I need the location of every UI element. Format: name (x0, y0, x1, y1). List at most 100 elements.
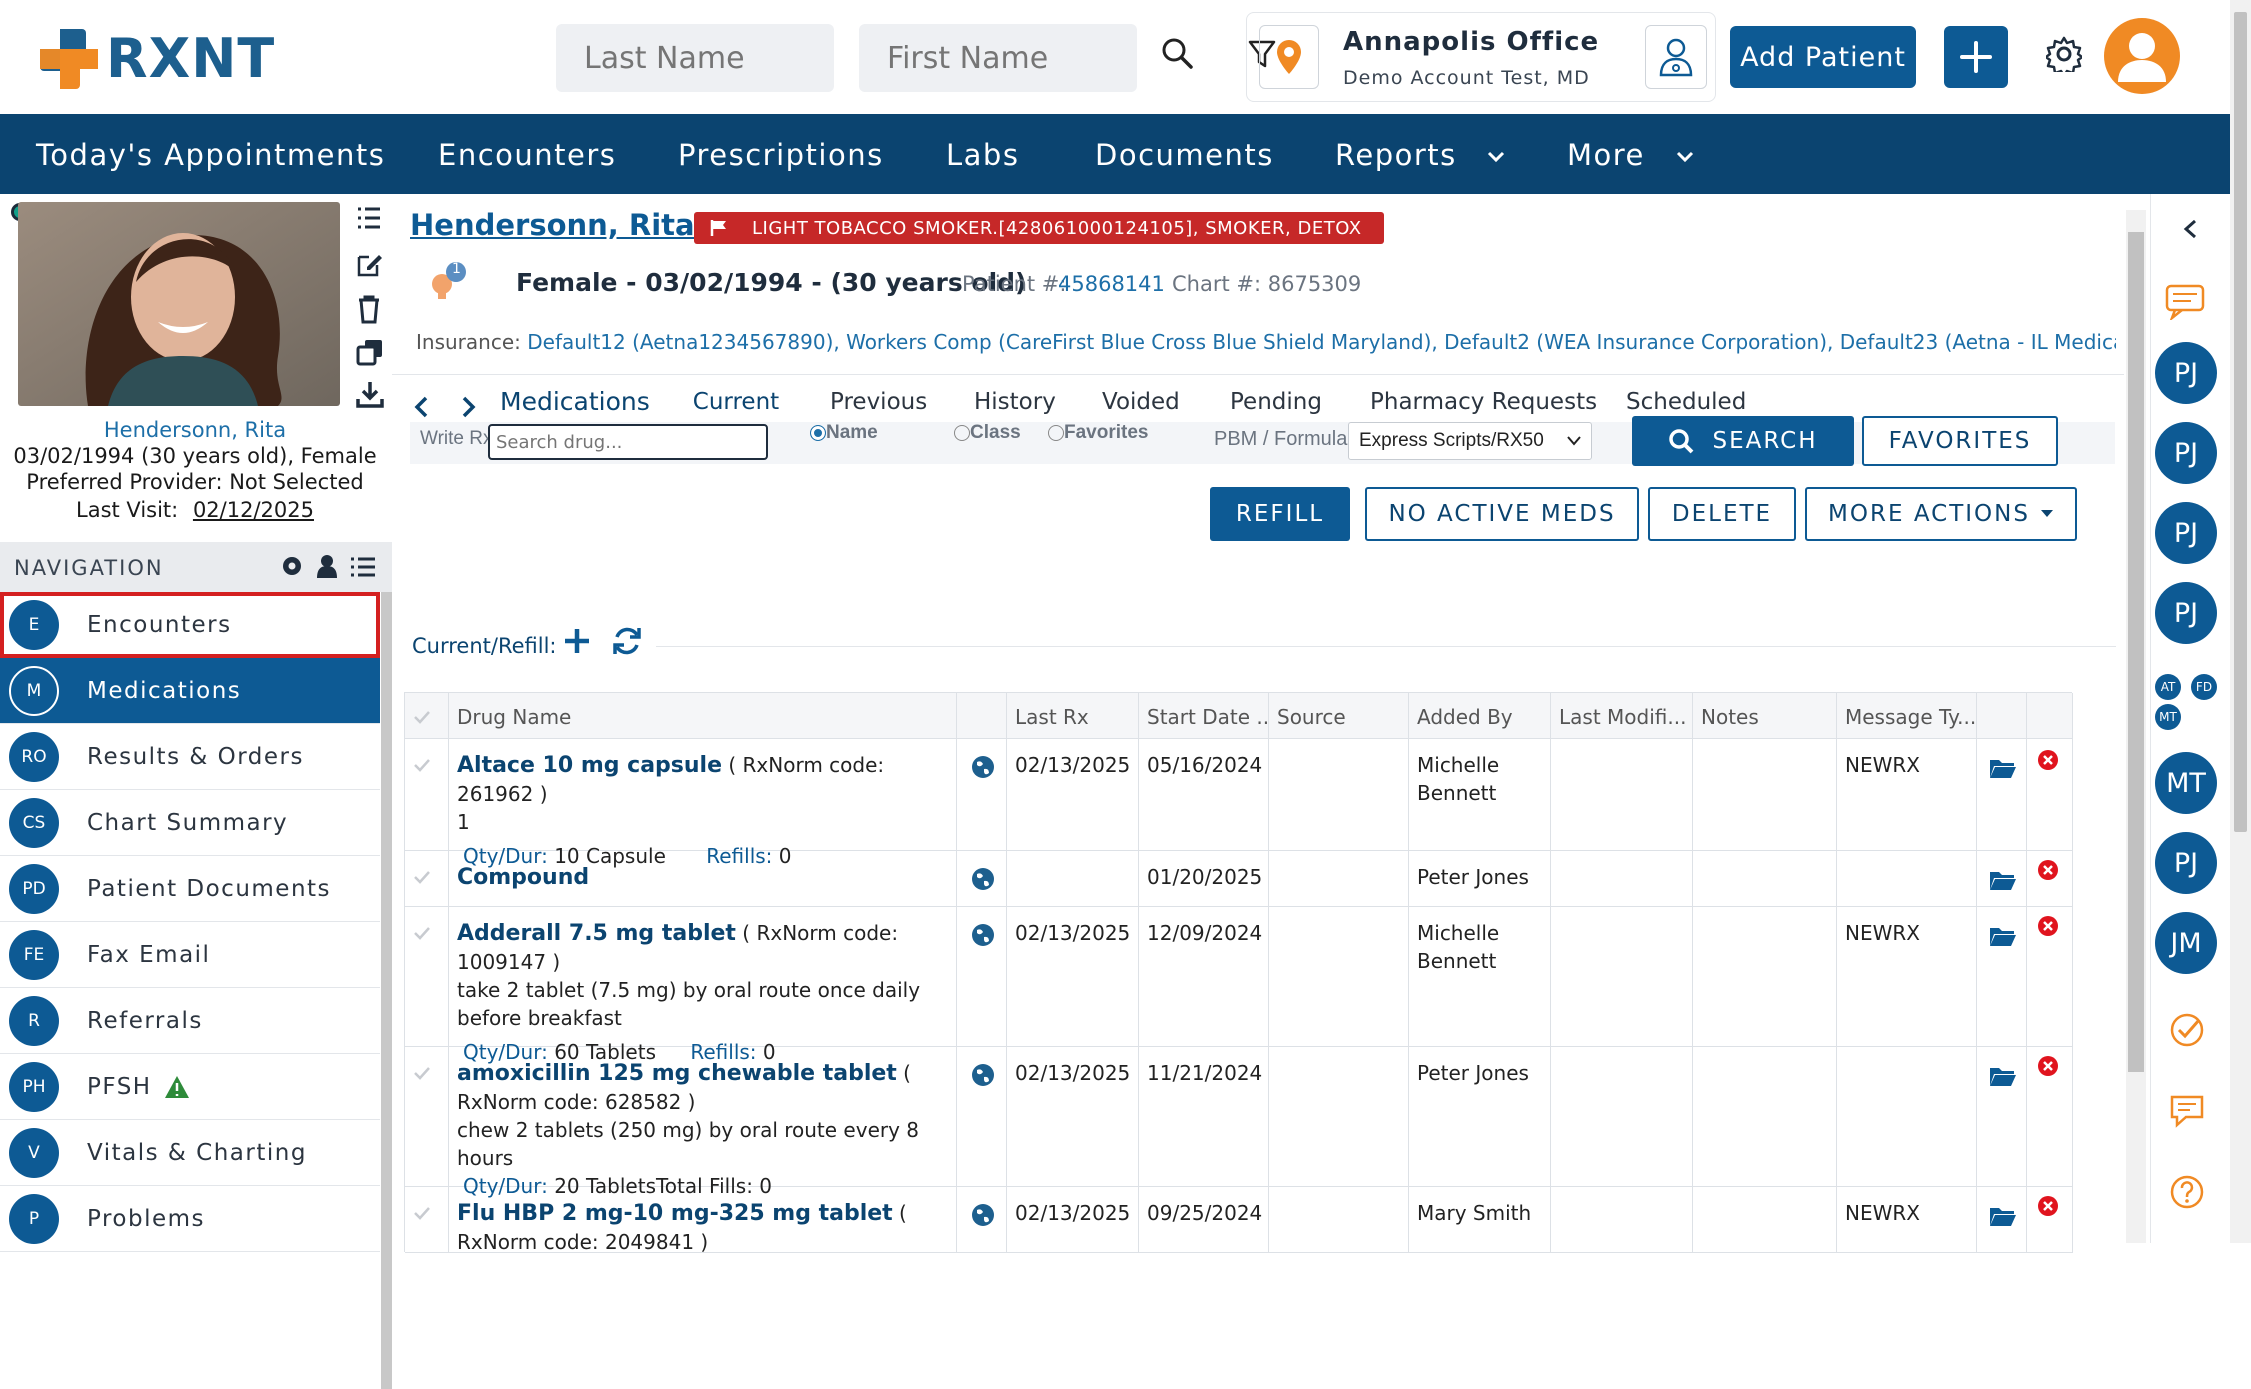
sidebar-item-problems[interactable]: P Problems (0, 1186, 380, 1252)
trash-icon[interactable] (356, 294, 382, 324)
nav-prescriptions[interactable]: Prescriptions (678, 138, 884, 172)
add-medication-icon[interactable] (562, 626, 592, 656)
sidebar-item-encounters[interactable]: E Encounters (0, 592, 380, 658)
nav-list-icon[interactable] (350, 556, 376, 578)
globe-icon[interactable] (957, 739, 1007, 850)
row-checkbox[interactable] (405, 1187, 449, 1252)
sidebar-item-fax-email[interactable]: FE Fax Email (0, 922, 380, 988)
chevron-right-icon[interactable] (458, 395, 478, 419)
sidebar-scrollbar[interactable] (381, 592, 392, 1389)
tab-history[interactable]: History (974, 389, 1056, 415)
content-scrollbar-track[interactable] (2126, 210, 2146, 1243)
row-checkbox[interactable] (405, 907, 449, 1046)
content-scrollbar-thumb[interactable] (2128, 232, 2144, 1072)
tab-scheduled[interactable]: Scheduled (1626, 389, 1746, 415)
drug-name-link[interactable]: Adderall 7.5 mg tablet (457, 921, 736, 946)
first-name-input[interactable] (859, 24, 1137, 92)
rxnt-logo[interactable]: RXNT (38, 26, 275, 90)
avatar-pj-4[interactable]: PJ (2155, 582, 2217, 644)
col-source[interactable]: Source (1269, 693, 1409, 739)
nav-reports[interactable]: Reports (1335, 138, 1507, 172)
globe-icon[interactable] (957, 851, 1007, 906)
drug-name-link[interactable]: Flu HBP 2 mg-10 mg-325 mg tablet (457, 1201, 893, 1226)
page-scrollbar-thumb[interactable] (2234, 12, 2247, 832)
patient-flag-badge[interactable]: LIGHT TOBACCO SMOKER.[428061000124105], … (694, 212, 1384, 244)
refill-button[interactable]: REFILL (1210, 487, 1350, 541)
tab-voided[interactable]: Voided (1102, 389, 1180, 415)
user-avatar[interactable] (2104, 18, 2180, 94)
globe-icon[interactable] (957, 907, 1007, 1046)
chevron-left-icon[interactable] (412, 395, 432, 419)
download-icon[interactable] (356, 380, 384, 408)
row-checkbox[interactable] (405, 1047, 449, 1186)
nav-more[interactable]: More (1567, 138, 1696, 172)
tab-pharmacy-requests[interactable]: Pharmacy Requests (1370, 389, 1597, 415)
globe-icon[interactable] (957, 1187, 1007, 1252)
remove-icon[interactable] (2027, 1187, 2073, 1252)
sidebar-item-referrals[interactable]: R Referrals (0, 988, 380, 1054)
folder-icon[interactable] (1977, 739, 2027, 850)
nav-encounters[interactable]: Encounters (438, 138, 616, 172)
copy-icon[interactable] (356, 338, 384, 366)
remove-icon[interactable] (2027, 1047, 2073, 1186)
col-last-rx[interactable]: Last Rx (1007, 693, 1139, 739)
avatar-mt-small[interactable]: MT (2155, 704, 2181, 730)
nav-person-icon[interactable] (316, 554, 338, 578)
sidebar-item-patient-documents[interactable]: PD Patient Documents (0, 856, 380, 922)
patient-number[interactable]: 45868141 (1058, 272, 1165, 296)
folder-icon[interactable] (1977, 1187, 2027, 1252)
folder-icon[interactable] (1977, 1047, 2027, 1186)
patient-name-link[interactable]: Hendersonn, Rita (410, 208, 695, 242)
table-row[interactable]: Adderall 7.5 mg tablet ( RxNorm code: 10… (405, 907, 2073, 1064)
col-message-type[interactable]: Message Ty... (1837, 693, 1977, 739)
table-row[interactable]: amoxicillin 125 mg chewable tablet ( RxN… (405, 1047, 2073, 1198)
nav-labs[interactable]: Labs (946, 138, 1019, 172)
search-icon[interactable] (1160, 36, 1194, 70)
col-drug-name[interactable]: Drug Name (449, 693, 957, 739)
refresh-icon[interactable] (610, 624, 644, 658)
folder-icon[interactable] (1977, 907, 2027, 1046)
chat-icon[interactable] (2165, 284, 2205, 320)
col-notes[interactable]: Notes (1693, 693, 1837, 739)
sidebar-item-pfsh[interactable]: PH PFSH (0, 1054, 380, 1120)
select-all-checkbox[interactable] (405, 693, 449, 739)
settings-gear-icon[interactable] (2046, 36, 2082, 72)
page-scrollbar[interactable] (2230, 0, 2251, 1243)
avatar-mt[interactable]: MT (2155, 752, 2217, 814)
avatar-pj-2[interactable]: PJ (2155, 422, 2217, 484)
sidebar-item-chart-summary[interactable]: CS Chart Summary (0, 790, 380, 856)
sidebar-item-vitals-charting[interactable]: V Vitals & Charting (0, 1120, 380, 1186)
col-start-date[interactable]: Start Date ... (1139, 693, 1269, 739)
avatar-pj-3[interactable]: PJ (2155, 502, 2217, 564)
remove-icon[interactable] (2027, 851, 2073, 906)
tab-previous[interactable]: Previous (830, 389, 927, 415)
location-pin-icon[interactable] (1259, 25, 1319, 89)
avatar-at[interactable]: AT (2155, 674, 2181, 700)
avatar-pj-5[interactable]: PJ (2155, 832, 2217, 894)
nav-settings-gear-icon[interactable] (280, 554, 304, 578)
remove-icon[interactable] (2027, 907, 2073, 1046)
edit-icon[interactable] (356, 252, 382, 278)
row-checkbox[interactable] (405, 739, 449, 850)
table-row[interactable]: Compound 01/20/2025 Peter Jones (405, 851, 2073, 907)
add-patient-button[interactable]: Add Patient (1730, 26, 1916, 88)
tab-pending[interactable]: Pending (1230, 389, 1322, 415)
office-selector[interactable]: Annapolis Office Demo Account Test, MD (1246, 12, 1716, 102)
last-visit-date[interactable]: 02/12/2025 (193, 498, 314, 522)
nav-documents[interactable]: Documents (1095, 138, 1274, 172)
message-icon[interactable] (2169, 1094, 2205, 1128)
insurance-list[interactable]: Default12 (Aetna1234567890), Workers Com… (527, 330, 2116, 354)
drug-name-link[interactable]: amoxicillin 125 mg chewable tablet (457, 1061, 897, 1086)
remove-icon[interactable] (2027, 739, 2073, 850)
favorites-button[interactable]: FAVORITES (1862, 416, 2058, 466)
list-icon[interactable] (356, 206, 382, 230)
sidebar-patient-name[interactable]: Hendersonn, Rita (0, 418, 390, 442)
row-checkbox[interactable] (405, 851, 449, 906)
provider-icon[interactable] (1645, 25, 1707, 89)
globe-icon[interactable] (957, 1047, 1007, 1186)
more-actions-button[interactable]: MORE ACTIONS (1805, 487, 2077, 541)
pbm-select[interactable]: Express Scripts/RX50 (1348, 422, 1592, 460)
delete-button[interactable]: DELETE (1648, 487, 1796, 541)
add-plus-button[interactable] (1944, 26, 2008, 88)
sidebar-item-medications[interactable]: M Medications (0, 658, 380, 724)
